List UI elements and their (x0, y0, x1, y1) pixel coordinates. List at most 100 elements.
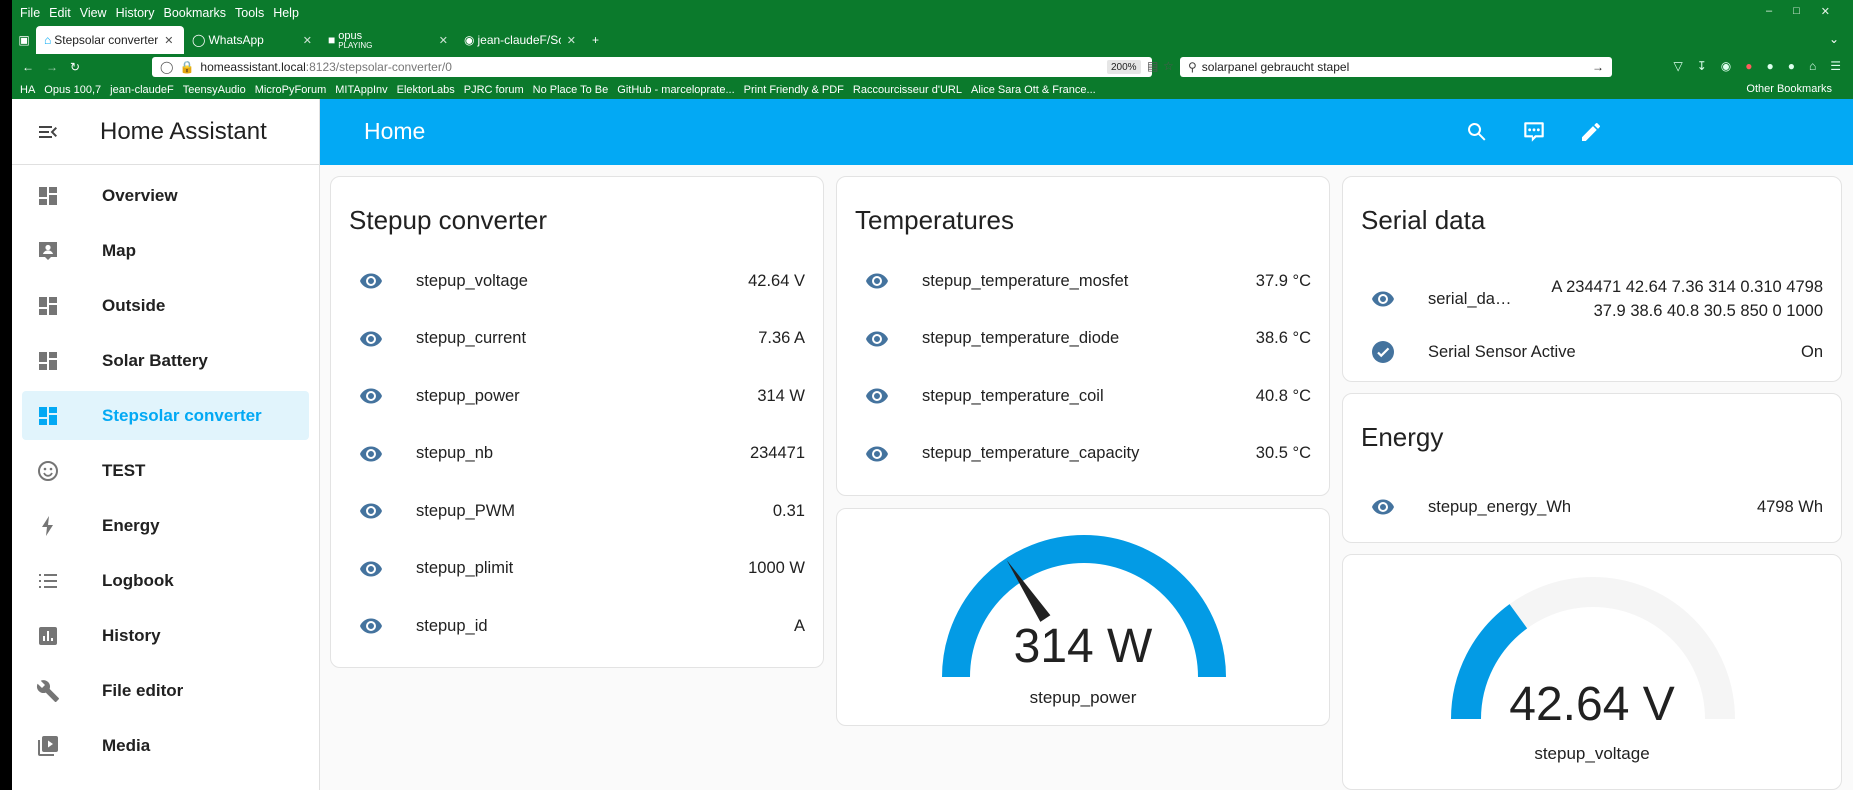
entity-row-stepup_nb[interactable]: stepup_nb 234471 (331, 439, 823, 469)
sidebar-item-history[interactable]: History (22, 611, 309, 660)
entity-row-stepup_temperature_mosfet[interactable]: stepup_temperature_mosfet 37.9 °C (837, 266, 1329, 296)
zoom-badge[interactable]: 200% (1107, 60, 1141, 74)
menu-help[interactable]: Help (273, 6, 299, 20)
sidebar-item-outside[interactable]: Outside (22, 281, 309, 330)
pocket-icon[interactable]: ▽ (1673, 59, 1682, 73)
entity-name: stepup_current (416, 329, 527, 347)
entity-row-serial-active[interactable]: Serial Sensor Active On (1343, 337, 1841, 367)
sidebar-item-label: TEST (102, 460, 146, 480)
close-tab-icon[interactable]: ✕ (164, 34, 173, 47)
serial-value-line1: A 234471 42.64 7.36 314 0.310 4798 (1551, 278, 1823, 296)
bookmark[interactable]: HA (20, 84, 35, 96)
sidebar-item-test[interactable]: TEST (22, 446, 309, 495)
entity-row-stepup_current[interactable]: stepup_current 7.36 A (331, 324, 823, 354)
bookmark[interactable]: Opus 100,7 (44, 84, 101, 96)
entity-name: stepup_energy_Wh (1428, 497, 1572, 516)
menu-history[interactable]: History (116, 6, 155, 20)
bookmark[interactable]: Raccourcisseur d'URL (853, 84, 962, 96)
url-bar[interactable]: ◯ 🔒 homeassistant.local:8123/stepsolar-c… (152, 57, 1152, 77)
entity-row-stepup_power[interactable]: stepup_power 314 W (331, 381, 823, 411)
bookmark[interactable]: MITAppInv (335, 84, 387, 96)
menu-collapse-icon[interactable] (36, 120, 60, 144)
close-tab-icon[interactable]: ✕ (439, 34, 448, 47)
menu-tools[interactable]: Tools (235, 6, 264, 20)
other-bookmarks[interactable]: Other Bookmarks (1746, 83, 1832, 95)
search-input[interactable]: solarpanel gebraucht stapel (1202, 60, 1349, 74)
close-tab-icon[interactable]: ✕ (567, 34, 576, 47)
forward-icon[interactable]: → (46, 60, 58, 74)
back-icon[interactable]: ← (22, 60, 34, 74)
entity-row-stepup_temperature_coil[interactable]: stepup_temperature_coil 40.8 °C (837, 381, 1329, 411)
bookmark[interactable]: GitHub - marceloprate... (617, 84, 734, 96)
tab-stepsolar[interactable]: ⌂ Stepsolar converter - ✕ (36, 26, 184, 54)
menu-edit[interactable]: Edit (49, 6, 71, 20)
new-tab-icon[interactable]: + (584, 26, 607, 54)
sidebar-item-overview[interactable]: Overview (22, 171, 309, 220)
tab-github[interactable]: ◉ jean-claudeF/SolarPс ✕ (456, 26, 584, 54)
entity-value: 1000 W (748, 559, 805, 577)
entity-row-energy[interactable]: stepup_energy_Wh 4798 Wh (1343, 492, 1841, 522)
bookmark[interactable]: MicroPyForum (255, 84, 327, 96)
close-tab-icon[interactable]: ✕ (303, 34, 312, 47)
sidebar-item-map[interactable]: Map (22, 226, 309, 275)
sidebar-item-energy[interactable]: Energy (22, 501, 309, 550)
entity-row-stepup_voltage[interactable]: stepup_voltage 42.64 V (331, 266, 823, 296)
sidebar-item-solar-battery[interactable]: Solar Battery (22, 336, 309, 385)
search-icon[interactable] (1462, 117, 1492, 147)
card-title: Temperatures (855, 205, 1014, 235)
bookmark[interactable]: PJRC forum (464, 84, 524, 96)
bookmark[interactable]: jean-claudeF (110, 84, 174, 96)
search-bar[interactable]: ⚲ solarpanel gebraucht stapel → (1180, 57, 1612, 77)
bookmark[interactable]: ElektorLabs (397, 84, 455, 96)
entity-row-stepup_PWM[interactable]: stepup_PWM 0.31 (331, 496, 823, 526)
bookmark[interactable]: Alice Sara Ott & France... (971, 84, 1096, 96)
hamburger-menu-icon[interactable]: ☰ (1830, 59, 1841, 73)
entity-row-serial-data[interactable]: serial_da… A 234471 42.64 7.36 314 0.310… (1343, 277, 1841, 321)
minimize-icon[interactable]: – (1766, 5, 1772, 18)
gauge-voltage-name: stepup_voltage (1534, 744, 1650, 763)
entity-row-stepup_id[interactable]: stepup_id A (331, 611, 823, 641)
bookmark[interactable]: TeensyAudio (183, 84, 246, 96)
entity-row-stepup_plimit[interactable]: stepup_plimit 1000 W (331, 554, 823, 584)
tab-list-chevron-icon[interactable]: ⌄ (1829, 32, 1839, 46)
serial-value-line2: 37.9 38.6 40.8 30.5 850 0 1000 (1593, 302, 1823, 320)
card-energy: Energy stepup_energy_Wh 4798 Wh (1342, 393, 1842, 543)
close-window-icon[interactable]: ✕ (1821, 5, 1830, 18)
entity-row-stepup_temperature_capacity[interactable]: stepup_temperature_capacity 30.5 °C (837, 439, 1329, 469)
browser-menubar: File Edit View History Bookmarks Tools H… (12, 0, 1853, 26)
sidebar-item-media[interactable]: Media (22, 721, 309, 770)
assist-icon[interactable] (1519, 117, 1549, 147)
menu-view[interactable]: View (80, 6, 107, 20)
sidebar-item-label: Media (102, 735, 151, 755)
search-go-icon[interactable]: → (1592, 60, 1604, 74)
bookmark[interactable]: Print Friendly & PDF (744, 84, 844, 96)
tab-overview-icon[interactable]: ▣ (12, 26, 36, 54)
lock-icon: 🔒 (179, 60, 195, 74)
entity-row-stepup_temperature_diode[interactable]: stepup_temperature_diode 38.6 °C (837, 324, 1329, 354)
tab-whatsapp[interactable]: ◯ WhatsApp ✕ (184, 26, 320, 54)
gauge-voltage-value: 42.64 V (1509, 678, 1675, 731)
tab-opus[interactable]: ■ opus PLAYING ✕ (320, 26, 456, 54)
maximize-icon[interactable]: □ (1793, 5, 1800, 18)
account-icon[interactable]: ◉ (1721, 59, 1731, 73)
reader-icon[interactable]: ▤ (1147, 59, 1158, 73)
card-gauge-voltage[interactable]: 42.64 V stepup_voltage (1342, 554, 1842, 790)
ublock-icon[interactable]: ● (1745, 59, 1752, 73)
check-circle-icon (1371, 340, 1395, 364)
menu-bookmarks[interactable]: Bookmarks (163, 6, 226, 20)
edit-pencil-icon[interactable] (1576, 117, 1606, 147)
download-icon[interactable]: ↧ (1697, 59, 1707, 73)
star-icon[interactable]: ☆ (1163, 59, 1174, 73)
sidebar-item-stepsolar-converter[interactable]: Stepsolar converter (22, 391, 309, 440)
extension-icon[interactable]: ● (1788, 59, 1795, 73)
extension-icon[interactable]: ● (1766, 59, 1773, 73)
card-gauge-power[interactable]: 314 W stepup_power (836, 508, 1330, 726)
toolbar-icons: ▽ ↧ ◉ ● ● ● ⌂ ☰ (1673, 59, 1841, 73)
menu-file[interactable]: File (20, 6, 40, 20)
sidebar-item-file-editor[interactable]: File editor (22, 666, 309, 715)
bookmark[interactable]: No Place To Be (533, 84, 609, 96)
reload-icon[interactable]: ↻ (70, 60, 80, 74)
home-icon[interactable]: ⌂ (1809, 59, 1816, 73)
sidebar-item-logbook[interactable]: Logbook (22, 556, 309, 605)
tab-sublabel: PLAYING (338, 40, 373, 50)
